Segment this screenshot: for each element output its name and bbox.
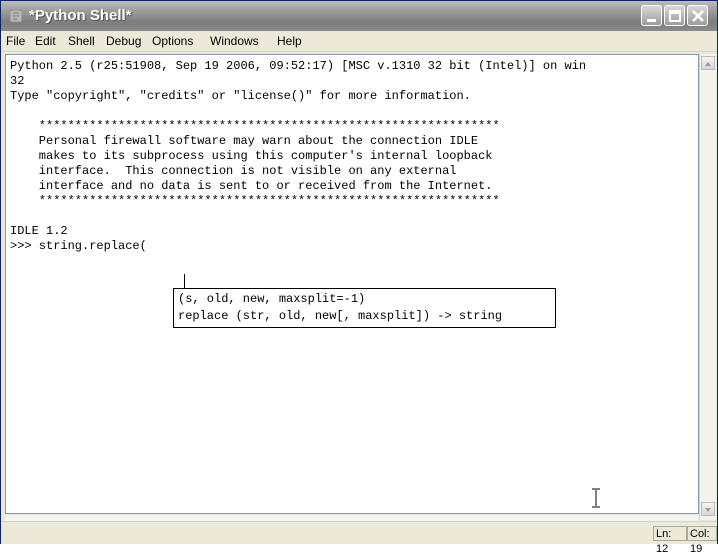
shell-text-area[interactable]: Python 2.5 (r25:51908, Sep 19 2006, 09:5…	[5, 54, 699, 514]
shell-line: IDLE 1.2	[10, 224, 68, 238]
close-icon	[692, 10, 704, 22]
shell-line: interface and no data is sent to or rece…	[10, 179, 493, 193]
scroll-up-button[interactable]	[701, 56, 715, 70]
shell-line: ****************************************…	[10, 119, 500, 133]
shell-line: 32	[10, 74, 25, 88]
minimize-icon	[647, 19, 656, 22]
menu-debug[interactable]: Debug	[106, 34, 141, 48]
status-column-number: Col: 19	[687, 526, 717, 555]
python-app-icon	[9, 9, 23, 23]
calltip-signature: (s, old, new, maxsplit=-1)	[178, 292, 366, 306]
menu-file[interactable]: File	[6, 34, 25, 48]
calltip-doc: replace (str, old, new[, maxsplit]) -> s…	[178, 309, 503, 323]
shell-line: ****************************************…	[10, 194, 500, 208]
title-bar[interactable]: *Python Shell*	[1, 1, 717, 31]
shell-line: interface. This connection is not visibl…	[10, 164, 457, 178]
shell-prompt-line: >>> string.replace(	[10, 239, 147, 253]
scroll-down-icon	[705, 508, 711, 512]
menu-windows[interactable]: Windows	[210, 34, 259, 48]
maximize-button[interactable]	[664, 5, 685, 26]
status-line-number: Ln: 12	[653, 526, 687, 555]
close-button[interactable]	[687, 5, 708, 26]
calltip-popup: (s, old, new, maxsplit=-1) replace (str,…	[173, 288, 556, 328]
scroll-down-button[interactable]	[701, 502, 715, 516]
vertical-scrollbar[interactable]	[699, 54, 716, 520]
window-title: *Python Shell*	[29, 7, 132, 24]
ibeam-cursor-icon	[592, 488, 600, 508]
menu-help[interactable]: Help	[277, 34, 302, 48]
shell-line: makes to its subprocess using this compu…	[10, 149, 493, 163]
menu-edit[interactable]: Edit	[35, 34, 56, 48]
menu-options[interactable]: Options	[152, 34, 193, 48]
shell-line: Type "copyright", "credits" or "license(…	[10, 89, 471, 103]
shell-line: Personal firewall software may warn abou…	[10, 134, 479, 148]
menu-shell[interactable]: Shell	[68, 34, 95, 48]
text-cursor	[184, 274, 185, 288]
python-shell-window: *Python Shell* File Edit Shell Debug Opt…	[0, 0, 718, 555]
shell-line: Python 2.5 (r25:51908, Sep 19 2006, 09:5…	[10, 59, 587, 73]
maximize-icon	[669, 10, 681, 22]
menu-bar: File Edit Shell Debug Options Windows He…	[1, 31, 717, 52]
scroll-up-icon	[705, 62, 711, 66]
status-bar: Ln: 12 Col: 19	[1, 521, 717, 555]
minimize-button[interactable]	[641, 5, 662, 26]
